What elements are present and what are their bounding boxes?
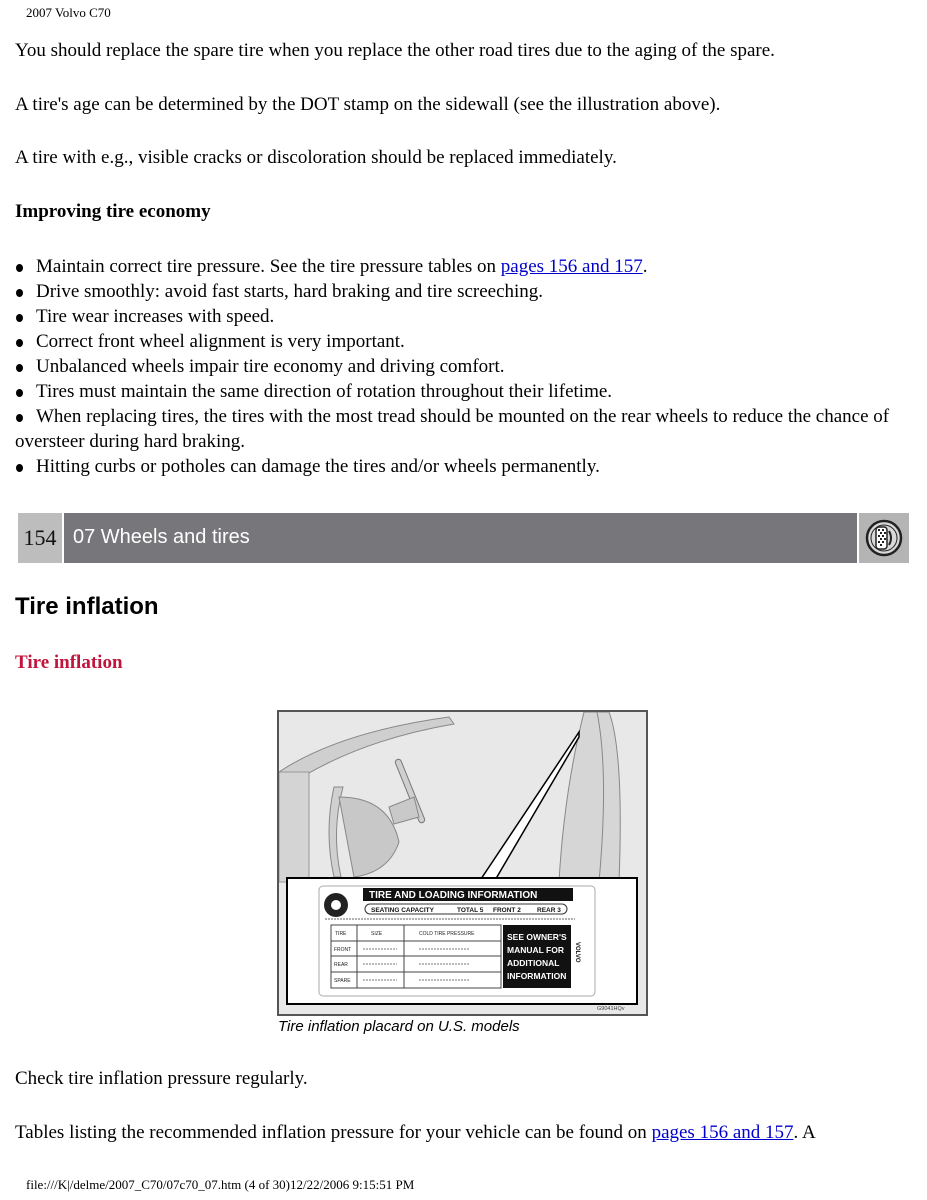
bullet-text: Maintain correct tire pressure. See the … [36,256,501,277]
tire-icon [865,519,903,557]
paragraph-cracks: A tire with e.g., visible cracks or disc… [15,147,617,168]
notice-line: MANUAL FOR [507,945,564,955]
section-title: Tire inflation [15,593,159,620]
list-item: Maintain correct tire pressure. See the … [15,254,915,279]
pages-link[interactable]: pages 156 and 157 [501,256,643,277]
paragraph-text-end: . A [793,1122,816,1143]
seating-rear: REAR 3 [537,907,561,914]
notice-line: ADDITIONAL [507,958,559,968]
economy-heading: Improving tire economy [15,201,211,222]
table-row-rear: REAR [334,962,348,968]
figure-code: G9041HQv [597,1006,625,1012]
list-item: Correct front wheel alignment is very im… [15,329,915,354]
economy-bullet-list: Maintain correct tire pressure. See the … [15,254,915,479]
figure-caption: Tire inflation placard on U.S. models [278,1018,520,1035]
document-title: 2007 Volvo C70 [26,5,111,20]
pages-link[interactable]: pages 156 and 157 [652,1122,794,1143]
brand-vertical: VOLVO [574,942,580,963]
paragraph-tire-age: A tire's age can be determined by the DO… [15,94,721,115]
list-item: Tires must maintain the same direction o… [15,379,915,404]
table-row-front: FRONT [334,947,351,953]
section-subtitle: Tire inflation [15,652,123,673]
chapter-banner: 154 07 Wheels and tires [18,513,909,563]
table-header-pressure: COLD TIRE PRESSURE [419,931,475,937]
notice-line: SEE OWNER'S [507,932,567,942]
list-item: Hitting curbs or potholes can damage the… [15,454,915,479]
seating-capacity: SEATING CAPACITY [371,907,435,914]
chapter-title: 07 Wheels and tires [64,513,857,563]
table-row-spare: SPARE [334,978,351,984]
seating-total: TOTAL 5 [457,907,484,914]
bullet-text-end: . [642,256,648,277]
notice-line: INFORMATION [507,971,566,981]
list-item: Drive smoothly: avoid fast starts, hard … [15,279,915,304]
paragraph-spare-tire: You should replace the spare tire when y… [15,40,775,61]
list-item: Unbalanced wheels impair tire economy an… [15,354,915,379]
car-interior-drawing: TIRE AND LOADING INFORMATION SEATING CAP… [279,712,646,1014]
table-header-size: SIZE [371,931,383,937]
list-item: Tire wear increases with speed. [15,304,915,329]
chapter-icon-box [859,513,909,563]
tire-placard-illustration: TIRE AND LOADING INFORMATION SEATING CAP… [277,710,648,1016]
page-number: 154 [18,513,62,563]
paragraph-check-pressure: Check tire inflation pressure regularly. [15,1068,308,1089]
paragraph-text: Tables listing the recommended inflation… [15,1122,652,1143]
list-item: When replacing tires, the tires with the… [15,404,915,454]
footer-file-path: file:///K|/delme/2007_C70/07c70_07.htm (… [26,1177,415,1192]
table-header-tire: TIRE [335,931,347,937]
seating-front: FRONT 2 [493,907,521,914]
paragraph-tables: Tables listing the recommended inflation… [15,1122,816,1144]
placard-title: TIRE AND LOADING INFORMATION [369,890,537,901]
